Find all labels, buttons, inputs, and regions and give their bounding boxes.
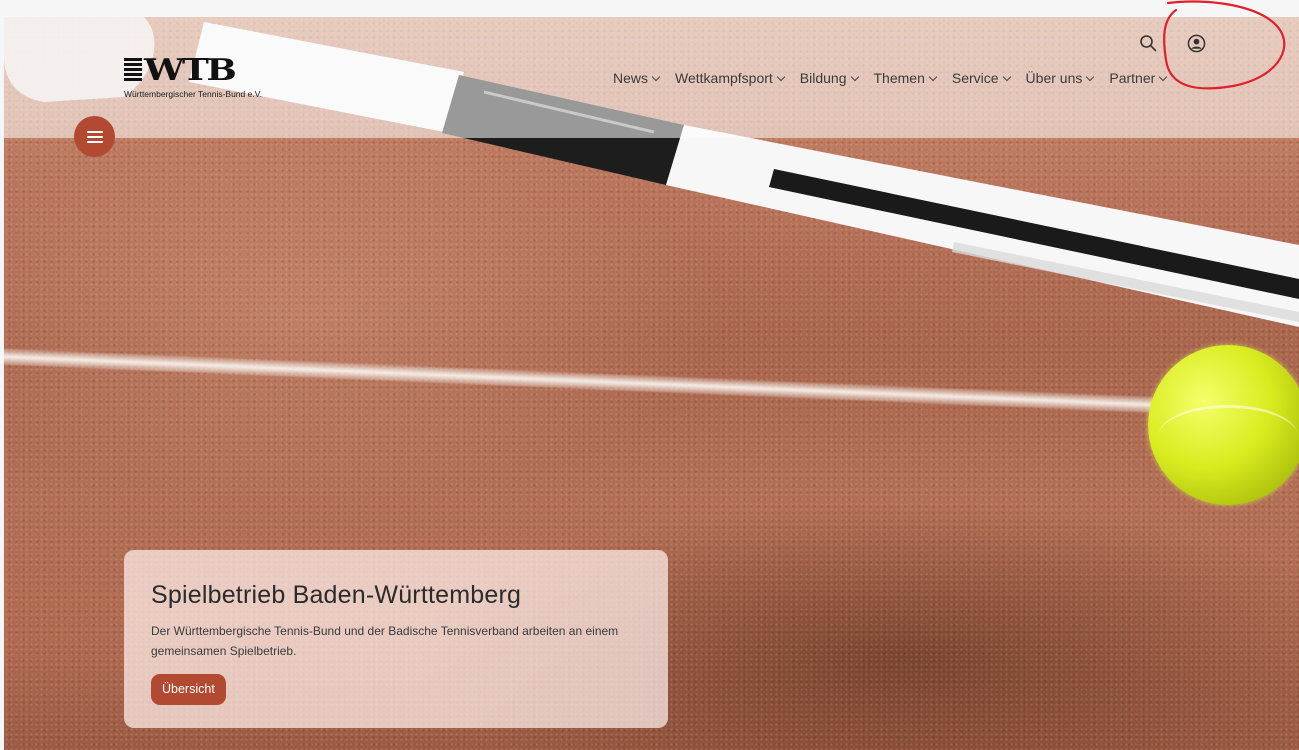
hamburger-menu-icon <box>86 130 103 133</box>
site-logo[interactable]: WTB Württembergischer Tennis-Bund e.V. <box>124 53 294 107</box>
chevron-down-icon <box>651 72 661 81</box>
teaser-title: Spielbetrieb Baden-Württemberg <box>151 581 522 609</box>
tennis-ball-image <box>1148 345 1299 505</box>
logo-wordmark: WTB <box>144 53 237 88</box>
chevron-down-icon <box>850 72 859 81</box>
nav-item-label: Wettkampfsport <box>675 70 773 86</box>
chevron-down-icon <box>1086 72 1095 81</box>
teaser-card: Spielbetrieb Baden-Württemberg Der Württ… <box>124 550 668 728</box>
hamburger-menu-button[interactable] <box>74 116 115 157</box>
chevron-down-icon <box>1159 72 1168 81</box>
crest-icon <box>124 58 142 84</box>
nav-item-news[interactable]: News <box>613 70 661 86</box>
hamburger-menu-icon-bar <box>86 140 103 143</box>
main-navigation: News Wettkampfsport Bildung Themen Servi… <box>613 70 1182 86</box>
logo-mark: WTB <box>124 53 294 88</box>
teaser-text: Der Württembergische Tennis-Bund und der… <box>151 624 619 658</box>
nav-item-label: News <box>613 70 649 86</box>
nav-item-label: Bildung <box>799 70 847 86</box>
nav-item-bildung[interactable]: Bildung <box>799 70 859 86</box>
chevron-down-icon <box>928 72 938 81</box>
nav-item-label: Themen <box>873 70 925 86</box>
user-icon[interactable] <box>1187 34 1206 53</box>
overview-button[interactable]: Übersicht <box>151 674 226 705</box>
nav-item-ueber-uns[interactable]: Über uns <box>1025 70 1095 86</box>
nav-item-wettkampfsport[interactable]: Wettkampfsport <box>675 70 786 86</box>
search-icon[interactable] <box>1139 34 1157 52</box>
nav-item-service[interactable]: Service <box>951 70 1011 86</box>
nav-item-label: Über uns <box>1025 70 1083 86</box>
nav-item-label: Service <box>951 70 999 86</box>
logo-subtitle: Württembergischer Tennis-Bund e.V. <box>124 89 262 99</box>
chevron-down-icon <box>1002 72 1011 81</box>
nav-item-label: Partner <box>1109 70 1156 86</box>
nav-item-themen[interactable]: Themen <box>873 70 938 86</box>
chevron-down-icon <box>776 72 786 81</box>
nav-item-partner[interactable]: Partner <box>1109 70 1168 86</box>
hamburger-menu-icon-bar <box>86 135 103 138</box>
